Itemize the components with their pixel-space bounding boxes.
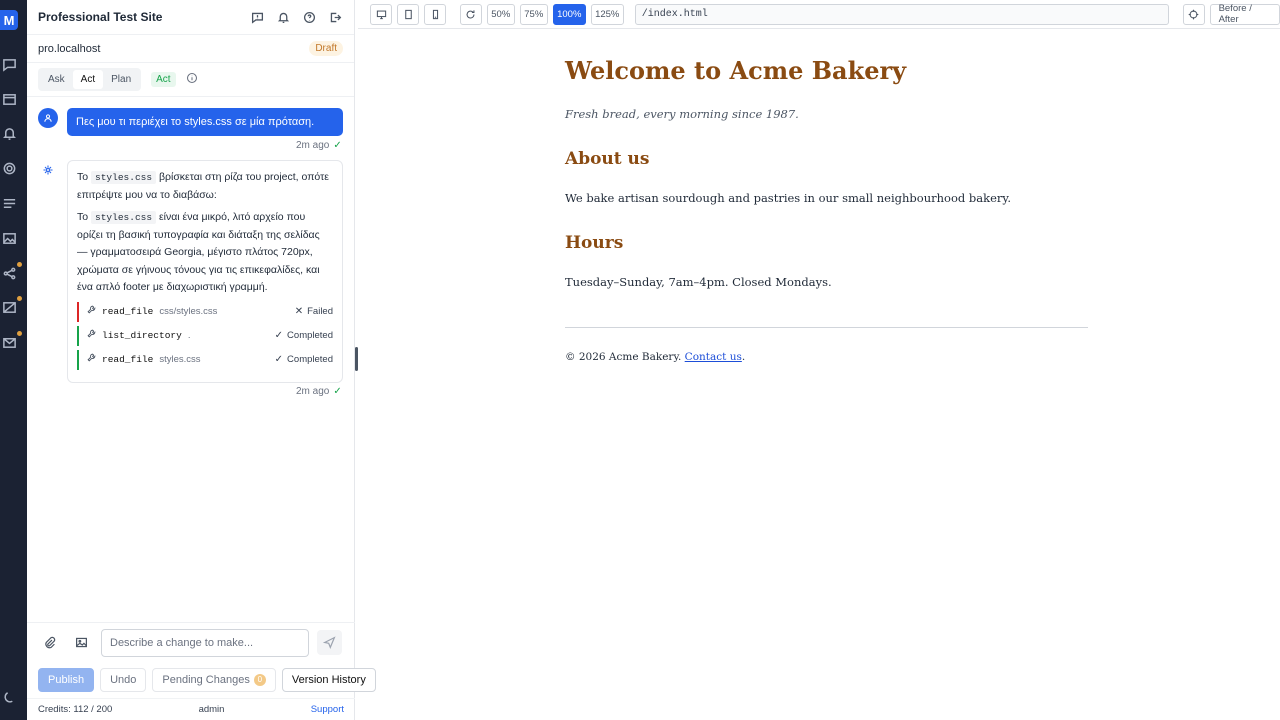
hours-text: Tuesday–Sunday, 7am–4pm. Closed Mondays. bbox=[565, 275, 832, 289]
assistant-message: Το styles.css βρίσκεται στη ρίζα του pro… bbox=[67, 160, 343, 383]
wrench-icon bbox=[87, 351, 96, 369]
domain-row: pro.localhost Draft bbox=[27, 35, 354, 63]
pending-count-badge: 0 bbox=[253, 673, 266, 686]
zoom-100-button[interactable]: 100% bbox=[552, 3, 586, 25]
moon-icon[interactable] bbox=[0, 688, 18, 706]
check-icon: ✓ bbox=[333, 140, 342, 151]
tool-status: ✓ Completed bbox=[275, 327, 333, 345]
chat-icon[interactable] bbox=[0, 55, 18, 73]
pending-changes-button[interactable]: Pending Changes 0 bbox=[152, 667, 276, 692]
tagline: Fresh bread, every morning since 1987. bbox=[565, 107, 799, 121]
about-heading: About us bbox=[565, 149, 650, 169]
image-icon[interactable] bbox=[0, 229, 18, 247]
help-icon[interactable] bbox=[301, 9, 317, 25]
paperclip-icon[interactable] bbox=[41, 635, 57, 651]
check-icon: ✓ bbox=[274, 353, 284, 365]
tool-arg: . bbox=[187, 329, 191, 341]
inline-code: styles.css bbox=[91, 171, 157, 184]
tool-call-row[interactable]: read_file css/styles.css ✕ Failed bbox=[77, 301, 333, 322]
check-icon: ✓ bbox=[274, 329, 284, 341]
inspect-button[interactable] bbox=[1182, 3, 1205, 25]
logout-icon[interactable] bbox=[327, 9, 343, 25]
publish-button[interactable]: Publish bbox=[38, 667, 95, 692]
bell-icon[interactable] bbox=[0, 124, 18, 142]
desktop-view-button[interactable] bbox=[370, 3, 392, 25]
about-text: We bake artisan sourdough and pastries i… bbox=[565, 191, 1011, 205]
tool-status: ✕ Failed bbox=[295, 303, 333, 321]
pages-icon[interactable] bbox=[0, 194, 18, 212]
inline-code: styles.css bbox=[91, 211, 157, 224]
zoom-125-button[interactable]: 125% bbox=[590, 3, 624, 25]
check-icon: ✓ bbox=[333, 386, 342, 397]
notification-dot bbox=[17, 296, 22, 301]
nav-rail: M bbox=[0, 0, 27, 720]
assistant-paragraph: Το styles.css είναι ένα μικρό, λιτό αρχε… bbox=[77, 211, 320, 293]
site-title: Professional Test Site bbox=[38, 10, 163, 24]
mode-switch: Ask Act Plan bbox=[38, 68, 142, 91]
tool-arg: styles.css bbox=[159, 353, 201, 365]
hours-heading: Hours bbox=[565, 233, 624, 253]
status-badge: Draft bbox=[309, 41, 343, 56]
composer bbox=[27, 622, 355, 662]
notification-dot bbox=[17, 331, 22, 336]
bell-icon[interactable] bbox=[275, 9, 291, 25]
assistant-message-time: 2m ago ✓ bbox=[296, 386, 342, 397]
notification-dot bbox=[17, 262, 22, 267]
tool-name: read_file bbox=[102, 305, 154, 317]
info-icon[interactable] bbox=[186, 72, 198, 87]
message-input[interactable] bbox=[101, 628, 309, 657]
undo-button[interactable]: Undo bbox=[100, 667, 147, 692]
gear-icon[interactable] bbox=[0, 159, 18, 177]
mode-plan[interactable]: Plan bbox=[103, 70, 139, 89]
mode-ask[interactable]: Ask bbox=[40, 70, 73, 89]
tool-arg: css/styles.css bbox=[159, 305, 218, 317]
app-logo[interactable]: M bbox=[0, 10, 18, 30]
share-icon[interactable] bbox=[0, 262, 22, 282]
panel-footer: Credits: 112 / 200 admin Support bbox=[27, 698, 355, 720]
mail-icon[interactable] bbox=[0, 331, 22, 351]
tool-status: ✓ Completed bbox=[275, 351, 333, 369]
gallery-icon[interactable] bbox=[0, 296, 22, 316]
tool-name: list_directory bbox=[102, 329, 182, 341]
tablet-view-button[interactable] bbox=[397, 3, 419, 25]
user-message-time: 2m ago ✓ bbox=[296, 140, 342, 151]
panel-header: Professional Test Site bbox=[27, 0, 354, 35]
contact-link[interactable]: Contact us bbox=[685, 351, 742, 363]
user-avatar bbox=[38, 108, 58, 128]
user-message: Πες μου τι περιέχει το styles.css σε μία… bbox=[67, 108, 343, 136]
active-mode-badge: Act bbox=[151, 72, 176, 87]
tool-call-row[interactable]: read_file styles.css ✓ Completed bbox=[77, 349, 333, 370]
send-button[interactable] bbox=[317, 630, 342, 655]
zoom-75-button[interactable]: 75% bbox=[519, 3, 548, 25]
feedback-icon[interactable] bbox=[249, 9, 265, 25]
assistant-paragraph: Το styles.css βρίσκεται στη ρίζα του pro… bbox=[77, 171, 329, 201]
site-domain: pro.localhost bbox=[38, 42, 101, 55]
site-footer: © 2026 Acme Bakery. Contact us. bbox=[565, 351, 746, 363]
assistant-avatar bbox=[38, 160, 58, 180]
resize-handle[interactable] bbox=[355, 347, 358, 371]
support-link[interactable]: Support bbox=[311, 704, 344, 715]
footer-divider bbox=[565, 327, 1088, 328]
username: admin bbox=[198, 704, 225, 715]
credits-text: Credits: 112 / 200 bbox=[38, 704, 113, 715]
image-upload-icon[interactable] bbox=[73, 635, 89, 651]
refresh-button[interactable] bbox=[459, 3, 482, 25]
page-title: Welcome to Acme Bakery bbox=[565, 56, 907, 85]
version-history-button[interactable]: Version History bbox=[281, 667, 376, 692]
tool-name: read_file bbox=[102, 353, 154, 365]
mobile-view-button[interactable] bbox=[424, 3, 446, 25]
x-icon: ✕ bbox=[294, 305, 304, 317]
preview-url[interactable]: /index.html bbox=[634, 3, 1169, 25]
wrench-icon bbox=[87, 327, 96, 345]
action-bar: Publish Undo Pending Changes 0 Version Hi… bbox=[27, 666, 376, 693]
layout-icon[interactable] bbox=[0, 90, 18, 108]
tool-call-row[interactable]: list_directory . ✓ Completed bbox=[77, 325, 333, 346]
mode-act[interactable]: Act bbox=[72, 70, 104, 89]
zoom-50-button[interactable]: 50% bbox=[486, 3, 515, 25]
wrench-icon bbox=[87, 303, 96, 321]
before-after-button[interactable]: Before / After bbox=[1209, 3, 1280, 25]
mode-row: Ask Act Plan Act bbox=[27, 63, 354, 97]
preview-toolbar: 50% 75% 100% 125% /index.html Before / A… bbox=[358, 0, 1280, 29]
